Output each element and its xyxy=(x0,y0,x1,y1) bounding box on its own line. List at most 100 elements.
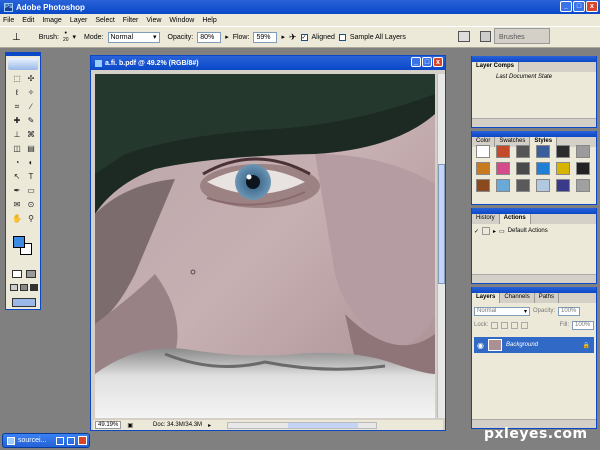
maximize-button[interactable]: □ xyxy=(573,1,585,12)
chevron-down-icon[interactable]: ▾ xyxy=(73,33,77,41)
zoom-tool-icon[interactable]: ⚲ xyxy=(25,214,37,224)
style-swatch[interactable] xyxy=(496,145,510,158)
taskbar-restore-icon[interactable] xyxy=(56,436,64,445)
menu-edit[interactable]: Edit xyxy=(22,17,34,24)
style-swatch[interactable] xyxy=(576,179,590,192)
style-swatch[interactable] xyxy=(516,179,530,192)
quick-mask-on-icon[interactable] xyxy=(26,270,36,278)
style-swatch[interactable] xyxy=(516,162,530,175)
lock-all-icon[interactable] xyxy=(521,321,529,329)
brushes-tab[interactable]: Brushes xyxy=(494,28,550,44)
palette-well-icon[interactable] xyxy=(480,31,491,42)
menu-image[interactable]: Image xyxy=(42,17,61,24)
tab-paths[interactable]: Paths xyxy=(535,293,560,303)
style-swatch[interactable] xyxy=(556,162,570,175)
type-tool-icon[interactable]: T xyxy=(25,172,37,182)
lock-transparency-icon[interactable] xyxy=(491,321,499,329)
blur-tool-icon[interactable]: ◔ xyxy=(11,158,23,168)
layer-row-background[interactable]: ◉ Background 🔒 xyxy=(474,337,594,353)
eyedropper-tool-icon[interactable]: ⊙ xyxy=(25,200,37,210)
menu-help[interactable]: Help xyxy=(202,17,216,24)
horizontal-scrollbar[interactable] xyxy=(227,421,378,429)
style-swatch[interactable] xyxy=(536,179,550,192)
taskbar-maximize-icon[interactable] xyxy=(67,436,75,445)
magic-wand-tool-icon[interactable]: ✧ xyxy=(25,88,37,98)
pen-tool-icon[interactable]: ✒ xyxy=(11,186,23,196)
taskbar-close-icon[interactable] xyxy=(78,436,87,445)
airbrush-icon[interactable]: ✈ xyxy=(289,32,297,43)
hand-tool-icon[interactable]: ✋ xyxy=(11,214,23,224)
style-swatch[interactable] xyxy=(476,179,490,192)
brush-tool-icon[interactable]: ✎ xyxy=(25,116,37,126)
expand-triangle-icon[interactable]: ▸ xyxy=(493,228,496,235)
style-swatch[interactable] xyxy=(576,162,590,175)
style-swatch[interactable] xyxy=(496,179,510,192)
document-title-bar[interactable]: a.fi. b.pdf @ 49.2% (RGB/8#) _ □ x xyxy=(91,56,445,70)
screen-mode-menu-icon[interactable] xyxy=(20,284,28,291)
style-swatch[interactable] xyxy=(556,145,570,158)
menu-window[interactable]: Window xyxy=(169,17,194,24)
canvas-vertical-scrollbar[interactable] xyxy=(437,74,445,418)
horizontal-scrollbar-thumb[interactable] xyxy=(288,422,359,428)
minimize-button[interactable]: _ xyxy=(560,1,572,12)
menu-select[interactable]: Select xyxy=(95,17,114,24)
close-button[interactable]: x xyxy=(586,1,598,12)
clone-stamp-tool-icon[interactable]: ⊥ xyxy=(11,130,23,140)
document-minimize-button[interactable]: _ xyxy=(411,57,421,67)
menu-filter[interactable]: Filter xyxy=(123,17,139,24)
crop-tool-icon[interactable]: ⌗ xyxy=(11,102,23,112)
menu-view[interactable]: View xyxy=(146,17,161,24)
opacity-input[interactable]: 80% xyxy=(197,31,222,43)
marquee-tool-icon[interactable]: ⬚ xyxy=(11,74,23,84)
screen-mode-full-icon[interactable] xyxy=(30,284,38,291)
style-swatch[interactable] xyxy=(536,162,550,175)
dialog-toggle-icon[interactable] xyxy=(482,227,491,235)
style-swatch[interactable] xyxy=(536,145,550,158)
notes-tool-icon[interactable]: ✉ xyxy=(11,200,23,210)
tab-channels[interactable]: Channels xyxy=(500,293,535,303)
history-brush-tool-icon[interactable]: ⌘ xyxy=(25,130,37,140)
tab-layers[interactable]: Layers xyxy=(472,293,501,303)
quick-mask-off-icon[interactable] xyxy=(12,270,22,278)
healing-brush-tool-icon[interactable]: ✚ xyxy=(11,116,23,126)
document-maximize-button[interactable]: □ xyxy=(422,57,432,67)
sample-all-layers-checkbox[interactable] xyxy=(338,33,346,41)
lock-pixels-icon[interactable] xyxy=(501,321,509,329)
toolbox-header-logo[interactable] xyxy=(8,58,38,70)
action-enabled-check-icon[interactable]: ✓ xyxy=(474,228,479,235)
screen-mode-standard-icon[interactable] xyxy=(10,284,18,291)
layer-blend-mode-select[interactable]: Normal ▾ xyxy=(474,306,530,316)
layer-fill-input[interactable]: 100% xyxy=(572,320,594,330)
chevron-right-icon[interactable]: ▸ xyxy=(281,33,285,41)
style-swatch[interactable] xyxy=(476,145,490,158)
lasso-tool-icon[interactable]: ℓ xyxy=(11,88,23,98)
tab-actions[interactable]: Actions xyxy=(499,214,531,224)
taskbar-document-button[interactable]: sourcei... xyxy=(2,433,90,448)
path-selection-tool-icon[interactable]: ↖ xyxy=(11,172,23,182)
status-info-icon[interactable]: ▣ xyxy=(127,422,133,429)
document-close-button[interactable]: x xyxy=(433,57,443,67)
status-menu-arrow-icon[interactable]: ▸ xyxy=(208,422,211,429)
lock-position-icon[interactable] xyxy=(511,321,519,329)
vertical-scrollbar-thumb[interactable] xyxy=(438,164,445,284)
gradient-tool-icon[interactable]: ▤ xyxy=(25,144,37,154)
file-browser-icon[interactable] xyxy=(458,31,470,42)
aligned-checkbox[interactable]: ✓ xyxy=(300,33,308,41)
layer-comps-item[interactable]: Last Document State xyxy=(476,74,594,84)
shape-tool-icon[interactable]: ▭ xyxy=(25,186,37,196)
tab-layer-comps[interactable]: Layer Comps xyxy=(472,62,520,72)
clone-stamp-preset-icon[interactable]: ⊥ xyxy=(12,32,21,43)
style-swatch[interactable] xyxy=(516,145,530,158)
flow-input[interactable]: 59% xyxy=(253,31,278,43)
dodge-tool-icon[interactable]: ◐ xyxy=(25,158,37,168)
style-swatch[interactable] xyxy=(496,162,510,175)
zoom-level[interactable]: 49.19% xyxy=(95,421,122,429)
chevron-right-icon[interactable]: ▸ xyxy=(225,33,229,41)
image-canvas[interactable] xyxy=(95,74,435,418)
style-swatch[interactable] xyxy=(576,145,590,158)
style-swatch[interactable] xyxy=(556,179,570,192)
foreground-color-swatch[interactable] xyxy=(13,236,25,248)
menu-file[interactable]: File xyxy=(3,17,14,24)
brush-preset-picker[interactable]: • 20 xyxy=(63,30,69,43)
eraser-tool-icon[interactable]: ◫ xyxy=(11,144,23,154)
